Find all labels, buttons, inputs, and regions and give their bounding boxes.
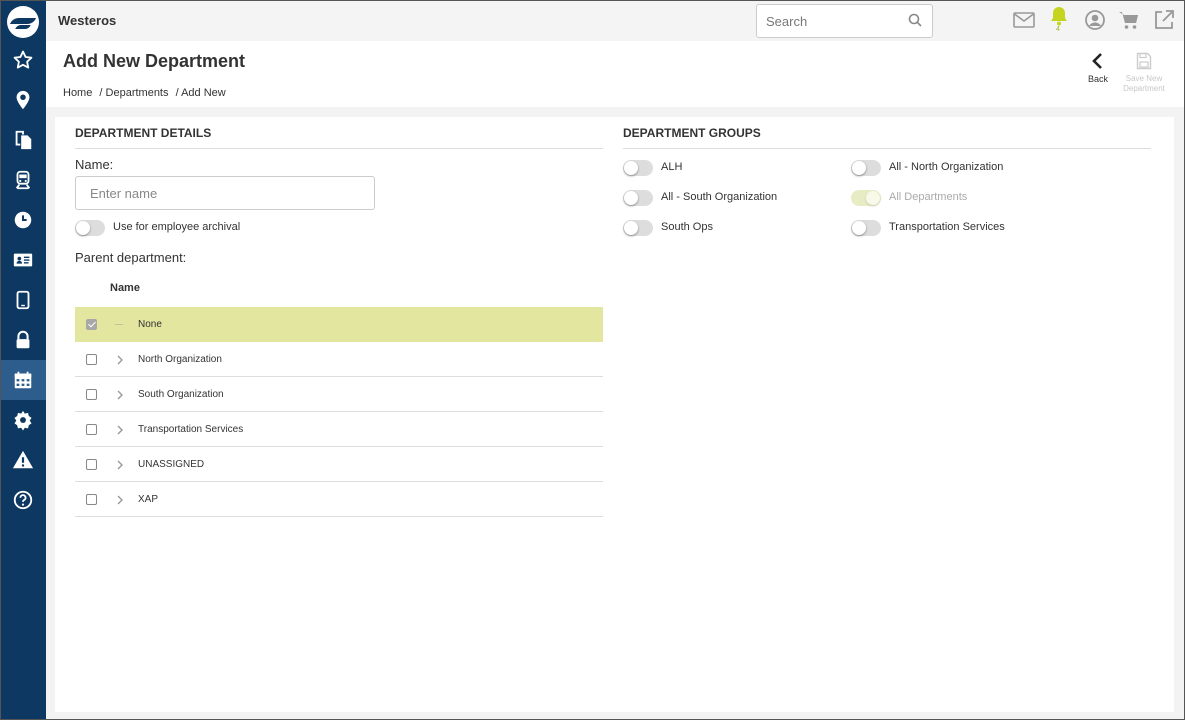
calendar-icon[interactable] [0,360,46,400]
id-card-icon[interactable] [0,240,46,280]
group-label-transportation-services: Transportation Services [889,221,1005,233]
notification-count: 4 [1056,26,1060,33]
search-box[interactable] [756,4,933,38]
group-toggle-all-north-organization[interactable] [851,160,881,176]
department-groups-title: DEPARTMENT GROUPS [623,126,761,140]
help-icon[interactable] [0,480,46,520]
row-checkbox[interactable] [86,424,97,435]
chevron-right-icon[interactable] [115,493,125,505]
row-name: UNASSIGNED [138,459,205,470]
bell-icon[interactable]: 4 [1047,4,1071,33]
cart-icon[interactable] [1117,8,1141,32]
name-label: Name: [75,157,114,172]
location-pin-icon[interactable] [0,80,46,120]
tree-row[interactable]: Transportation Services [75,412,603,447]
row-checkbox[interactable] [86,354,97,365]
leaf-dash-icon [115,324,123,325]
row-name: XAP [138,494,159,505]
group-label-all-south-organization: All - South Organization [661,191,778,203]
back-label: Back [1087,74,1108,84]
chevron-right-icon[interactable] [115,388,125,400]
archival-label: Use for employee archival [113,221,241,233]
name-input[interactable] [90,186,360,201]
documents-icon[interactable] [0,120,46,160]
user-avatar-icon[interactable] [1083,8,1107,32]
tablet-icon[interactable] [0,280,46,320]
chevron-right-icon[interactable] [115,423,125,435]
top-bar: Westeros 4 [46,0,1184,41]
group-toggle-all-south-organization[interactable] [623,190,653,206]
row-checkbox[interactable] [86,459,97,470]
chevron-left-icon [1092,53,1102,69]
divider [623,148,1151,149]
group-label-alh: ALH [661,161,683,173]
row-checkbox[interactable] [86,494,97,505]
tree-row[interactable]: North Organization [75,342,603,377]
mail-icon[interactable] [1012,8,1036,32]
row-name: Transportation Services [138,424,244,435]
group-label-south-ops: South Ops [661,221,713,233]
page-title: Add New Department [63,51,246,71]
name-field[interactable] [75,176,375,210]
breadcrumb-home[interactable]: Home [63,87,92,99]
breadcrumb-departments[interactable]: / Departments [99,87,168,99]
group-toggle-south-ops[interactable] [623,220,653,236]
archival-toggle[interactable] [75,220,105,236]
chevron-right-icon[interactable] [115,458,125,470]
row-name: North Organization [138,354,222,365]
tree-row[interactable]: South Organization [75,377,603,412]
lock-icon[interactable] [0,320,46,360]
row-checkbox[interactable] [86,319,97,330]
group-toggle-alh[interactable] [623,160,653,176]
tree-row[interactable]: None [75,307,603,342]
chevron-right-icon[interactable] [115,353,125,365]
group-label-all-departments: All Departments [889,191,968,203]
external-link-icon[interactable] [1152,8,1176,32]
tree-row[interactable]: XAP [75,482,603,517]
group-label-all-north-organization: All - North Organization [889,161,1004,173]
column-header-name[interactable]: Name [110,282,140,294]
divider [75,148,603,149]
star-icon[interactable] [0,40,46,80]
gear-icon[interactable] [0,400,46,440]
warning-icon[interactable] [0,440,46,480]
app-name: Westeros [58,13,117,28]
save-icon [1136,52,1152,70]
save-new-department-button[interactable]: Save New Department [1118,52,1170,94]
search-input[interactable] [766,14,896,29]
sidebar [0,0,46,720]
train-icon[interactable] [0,160,46,200]
row-name: South Organization [138,389,224,400]
group-toggle-transportation-services[interactable] [851,220,881,236]
row-checkbox[interactable] [86,389,97,400]
department-details-title: DEPARTMENT DETAILS [75,126,212,140]
parent-department-label: Parent department: [75,250,187,265]
breadcrumb: Home / Departments / Add New [63,87,230,99]
group-toggle-all-departments [851,190,881,206]
clock-icon[interactable] [0,200,46,240]
search-icon[interactable] [908,13,922,32]
tree-row[interactable]: UNASSIGNED [75,447,603,482]
save-label: Save New Department [1123,74,1165,93]
row-name: None [138,319,162,330]
back-button[interactable]: Back [1083,52,1113,84]
breadcrumb-current: / Add New [175,87,226,99]
app-logo[interactable] [7,6,39,38]
